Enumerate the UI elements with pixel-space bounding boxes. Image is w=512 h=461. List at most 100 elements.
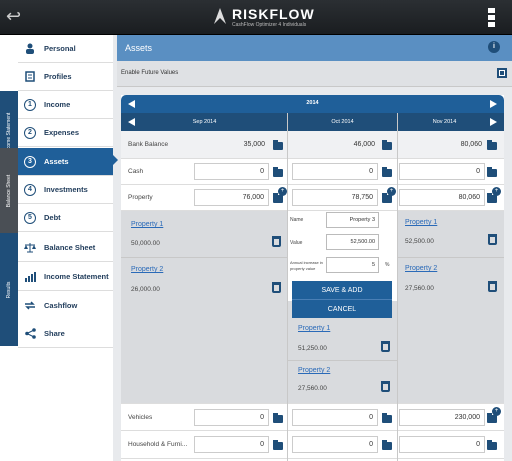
vehicles-input-3[interactable]: 230,000 <box>399 409 485 426</box>
month-1: Sep 2014 <box>192 119 217 125</box>
info-icon[interactable]: i <box>488 41 500 53</box>
trash-icon[interactable] <box>272 236 281 247</box>
form-rate-label: Annual increase in property value <box>290 260 323 271</box>
step-1-icon: 1 <box>24 98 36 111</box>
folder-icon[interactable] <box>487 193 497 203</box>
next-month-icon[interactable] <box>490 118 497 126</box>
sidebar-item-personal[interactable]: Personal <box>18 35 113 63</box>
cash-input-3[interactable]: 0 <box>399 163 485 180</box>
property-value: 26,000.00 <box>131 286 160 293</box>
sidebar-item-income-statement[interactable]: Income Statement <box>18 262 113 291</box>
form-name-label: Name <box>290 217 304 223</box>
household-input-3[interactable]: 0 <box>399 436 485 453</box>
property-link[interactable]: Property 2 <box>298 367 330 374</box>
property-value: 27,560.00 <box>405 285 434 292</box>
add-icon[interactable]: + <box>492 187 501 196</box>
property-link[interactable]: Property 2 <box>131 266 163 273</box>
folder-icon[interactable] <box>382 440 392 450</box>
property-link[interactable]: Property 1 <box>131 221 163 228</box>
folder-icon[interactable] <box>273 140 283 150</box>
folder-icon[interactable] <box>273 167 283 177</box>
bank-value-1: 35,000 <box>243 141 265 148</box>
sidebar: Income Statement Balance Sheet Results P… <box>0 35 113 461</box>
bank-value-3: 80,060 <box>460 141 482 148</box>
household-input-2[interactable]: 0 <box>292 436 378 453</box>
folder-icon[interactable] <box>273 193 283 203</box>
trash-icon[interactable] <box>272 282 281 293</box>
folder-icon[interactable] <box>382 140 392 150</box>
row-cash: Cash 0 0 0 <box>121 159 504 185</box>
property-value: 51,250.00 <box>298 345 327 352</box>
person-icon <box>24 43 36 55</box>
add-icon[interactable]: + <box>387 187 396 196</box>
form-rate-unit: % <box>385 262 390 268</box>
property-link[interactable]: Property 1 <box>298 325 330 332</box>
property-input-1[interactable]: 76,000 <box>194 189 269 206</box>
cash-input-1[interactable]: 0 <box>194 163 269 180</box>
next-year-icon[interactable] <box>490 100 497 108</box>
sidebar-item-income[interactable]: 1 Income <box>18 91 113 119</box>
sidebar-item-share[interactable]: Share <box>18 319 113 348</box>
add-icon[interactable]: + <box>278 187 287 196</box>
row-household: Household & Furni... 0 0 0 <box>121 431 504 459</box>
year-nav: 2014 <box>121 95 504 113</box>
vehicles-input-2[interactable]: 0 <box>292 409 378 426</box>
property-input-2[interactable]: 78,750 <box>292 189 378 206</box>
sidebar-item-debt[interactable]: 5 Debt <box>18 204 113 232</box>
trash-icon[interactable] <box>381 381 390 392</box>
folder-icon[interactable] <box>273 440 283 450</box>
property-link[interactable]: Property 2 <box>405 265 437 272</box>
section-results: Results <box>0 233 18 346</box>
assets-grid: 2014 Sep 2014 Oct 2014 Nov 2014 Bank Bal… <box>121 95 504 461</box>
step-5-icon: 5 <box>24 211 36 224</box>
add-icon[interactable]: + <box>492 407 501 416</box>
back-icon[interactable]: ↩ <box>6 6 30 28</box>
folder-icon[interactable] <box>273 413 283 423</box>
future-values-checkbox[interactable] <box>497 68 507 78</box>
cash-input-2[interactable]: 0 <box>292 163 378 180</box>
folder-icon[interactable] <box>382 413 392 423</box>
active-indicator <box>113 155 118 165</box>
folder-icon[interactable] <box>487 140 497 150</box>
sidebar-item-profiles[interactable]: Profiles <box>18 63 113 91</box>
folder-icon[interactable] <box>487 440 497 450</box>
form-rate-input[interactable]: 5 <box>326 257 379 273</box>
sidebar-item-cashflow[interactable]: Cashflow <box>18 291 113 320</box>
folder-icon[interactable] <box>487 167 497 177</box>
sidebar-item-assets[interactable]: 3 Assets <box>18 148 113 176</box>
month-2: Oct 2014 <box>331 119 354 125</box>
form-value-input[interactable]: 52,500.00 <box>326 234 379 250</box>
property-value: 50,000.00 <box>131 240 160 247</box>
step-3-icon: 3 <box>24 155 36 168</box>
folder-icon[interactable] <box>487 413 497 423</box>
vehicles-input-1[interactable]: 0 <box>194 409 269 426</box>
chart-icon <box>24 270 36 282</box>
sidebar-item-expenses[interactable]: 2 Expenses <box>18 119 113 147</box>
property-input-3[interactable]: 80,060 <box>399 189 485 206</box>
folder-icon[interactable] <box>382 167 392 177</box>
property-link[interactable]: Property 1 <box>405 219 437 226</box>
bank-value-2: 46,000 <box>353 141 375 148</box>
page-title: Assets <box>117 35 512 61</box>
cancel-button[interactable]: CANCEL <box>292 299 392 318</box>
section-balance-sheet: Balance Sheet <box>0 148 18 233</box>
year-label: 2014 <box>306 100 319 106</box>
month-3: Nov 2014 <box>432 119 457 125</box>
household-input-1[interactable]: 0 <box>194 436 269 453</box>
property-value: 52,500.00 <box>405 238 434 245</box>
future-values-label: Enable Future Values <box>121 70 179 76</box>
trash-icon[interactable] <box>381 341 390 352</box>
sidebar-item-investments[interactable]: 4 Investments <box>18 176 113 204</box>
scale-icon <box>24 241 36 253</box>
trash-icon[interactable] <box>488 281 497 292</box>
top-bar: ↩ RISKFLOW CashFlow Optimizer 4 Individu… <box>0 0 512 35</box>
menu-icon[interactable] <box>488 8 497 30</box>
share-icon <box>24 327 36 339</box>
form-value-label: Value <box>290 240 303 246</box>
folder-icon[interactable] <box>382 193 392 203</box>
sidebar-item-balance-sheet[interactable]: Balance Sheet <box>18 233 113 262</box>
form-name-input[interactable]: Property 3 <box>326 212 379 228</box>
step-2-icon: 2 <box>24 126 36 139</box>
save-add-button[interactable]: SAVE & ADD <box>292 281 392 300</box>
trash-icon[interactable] <box>488 234 497 245</box>
